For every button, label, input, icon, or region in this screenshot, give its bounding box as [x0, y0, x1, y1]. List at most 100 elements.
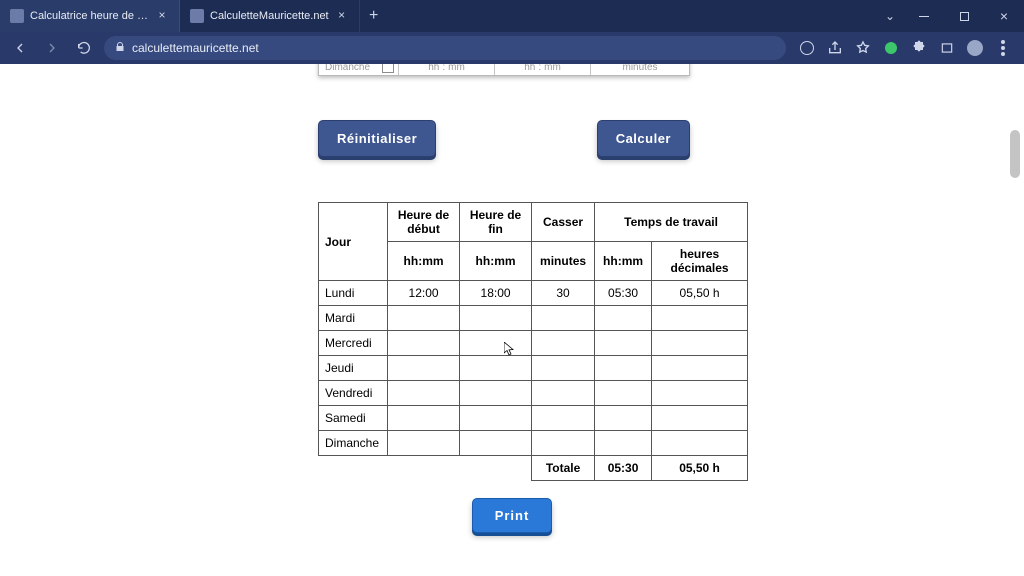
cell-end [460, 356, 532, 381]
table-row: Lundi12:0018:003005:3005,50 h [319, 281, 748, 306]
header-row-1: Jour Heure de début Heure de fin Casser … [319, 203, 748, 242]
tab-1[interactable]: Calculatrice heure de travail - Cal × [0, 0, 180, 32]
start-time-field[interactable]: hh:mm [399, 64, 495, 75]
sub-break: minutes [532, 242, 595, 281]
sub-end: hh:mm [460, 242, 532, 281]
total-hhmm: 05:30 [595, 456, 652, 481]
input-row-day-label: Dimanche [325, 64, 370, 73]
cell-end [460, 331, 532, 356]
browser-addressbar: calculettemauricette.net [0, 32, 1024, 64]
sub-dec: heures décimales [652, 242, 748, 281]
window-controls: × [904, 0, 1024, 32]
url-text: calculettemauricette.net [132, 41, 259, 55]
tab-1-title: Calculatrice heure de travail - Cal [30, 10, 149, 22]
col-start: Heure de début [388, 203, 460, 242]
reload-button[interactable] [72, 36, 96, 60]
address-input[interactable]: calculettemauricette.net [104, 36, 786, 60]
table-row: Mardi [319, 306, 748, 331]
star-icon[interactable] [854, 39, 872, 57]
total-label: Totale [532, 456, 595, 481]
cell-hhmm [595, 356, 652, 381]
action-buttons: Réinitialiser Calculer [318, 120, 690, 157]
chevron-down-icon[interactable]: ⌄ [876, 0, 904, 32]
cell-break [532, 431, 595, 456]
tab-2-title: CalculetteMauricette.net [210, 10, 329, 22]
col-end: Heure de fin [460, 203, 532, 242]
cell-start [388, 331, 460, 356]
table-row: Jeudi [319, 356, 748, 381]
back-button[interactable] [8, 36, 32, 60]
cell-jour: Vendredi [319, 381, 388, 406]
sub-hhmm: hh:mm [595, 242, 652, 281]
tab-2[interactable]: CalculetteMauricette.net × [180, 0, 360, 32]
cell-hhmm [595, 381, 652, 406]
col-work: Temps de travail [595, 203, 748, 242]
cell-break [532, 306, 595, 331]
cell-hhmm [595, 331, 652, 356]
table-row: Mercredi [319, 331, 748, 356]
break-field[interactable]: minutes [591, 64, 689, 75]
cell-start: 12:00 [388, 281, 460, 306]
cell-break [532, 381, 595, 406]
col-break: Casser [532, 203, 595, 242]
cell-start [388, 356, 460, 381]
cell-dec [652, 306, 748, 331]
cell-jour: Mardi [319, 306, 388, 331]
cell-start [388, 406, 460, 431]
account-icon[interactable] [966, 39, 984, 57]
cell-jour: Jeudi [319, 356, 388, 381]
lock-icon [114, 41, 126, 56]
cell-end: 18:00 [460, 281, 532, 306]
window-minimize-button[interactable] [904, 0, 944, 32]
cell-start [388, 306, 460, 331]
calculate-button[interactable]: Calculer [597, 120, 690, 157]
window-close-button[interactable]: × [984, 0, 1024, 32]
close-icon[interactable]: × [155, 9, 169, 23]
window-maximize-button[interactable] [944, 0, 984, 32]
total-dec: 05,50 h [652, 456, 748, 481]
scrollbar-thumb[interactable] [1010, 130, 1020, 178]
cell-dec [652, 381, 748, 406]
cell-break [532, 406, 595, 431]
cell-hhmm [595, 306, 652, 331]
cell-break [532, 331, 595, 356]
cell-end [460, 381, 532, 406]
extension-dot-icon[interactable] [882, 39, 900, 57]
cell-break [532, 356, 595, 381]
new-tab-button[interactable]: + [360, 0, 388, 32]
day-checkbox[interactable] [382, 64, 394, 73]
favicon-icon [190, 9, 204, 23]
favicon-icon [10, 9, 24, 23]
end-time-field[interactable]: hh:mm [495, 64, 591, 75]
total-row: Totale 05:30 05,50 h [319, 456, 748, 481]
table-row: Vendredi [319, 381, 748, 406]
cell-end [460, 406, 532, 431]
reset-button[interactable]: Réinitialiser [318, 120, 436, 157]
window-icon[interactable] [938, 39, 956, 57]
results-table: Jour Heure de début Heure de fin Casser … [318, 202, 748, 481]
cell-jour: Mercredi [319, 331, 388, 356]
table-row: Samedi [319, 406, 748, 431]
cell-hhmm [595, 406, 652, 431]
cell-break: 30 [532, 281, 595, 306]
cell-hhmm [595, 431, 652, 456]
forward-button[interactable] [40, 36, 64, 60]
kebab-icon[interactable] [994, 39, 1012, 57]
extension-icon[interactable] [798, 39, 816, 57]
cell-jour: Dimanche [319, 431, 388, 456]
vertical-scrollbar[interactable] [1008, 64, 1022, 576]
cell-dec: 05,50 h [652, 281, 748, 306]
puzzle-icon[interactable] [910, 39, 928, 57]
cell-start [388, 431, 460, 456]
cell-dec [652, 331, 748, 356]
cell-hhmm: 05:30 [595, 281, 652, 306]
col-jour: Jour [319, 203, 388, 281]
sub-start: hh:mm [388, 242, 460, 281]
page-viewport: Dimanche hh:mm hh:mm minutes Réinitialis… [0, 64, 1024, 576]
browser-titlebar: Calculatrice heure de travail - Cal × Ca… [0, 0, 1024, 32]
toolbar-right [794, 39, 1016, 57]
close-icon[interactable]: × [335, 9, 349, 23]
print-button[interactable]: Print [472, 498, 553, 533]
cell-dec [652, 356, 748, 381]
share-icon[interactable] [826, 39, 844, 57]
